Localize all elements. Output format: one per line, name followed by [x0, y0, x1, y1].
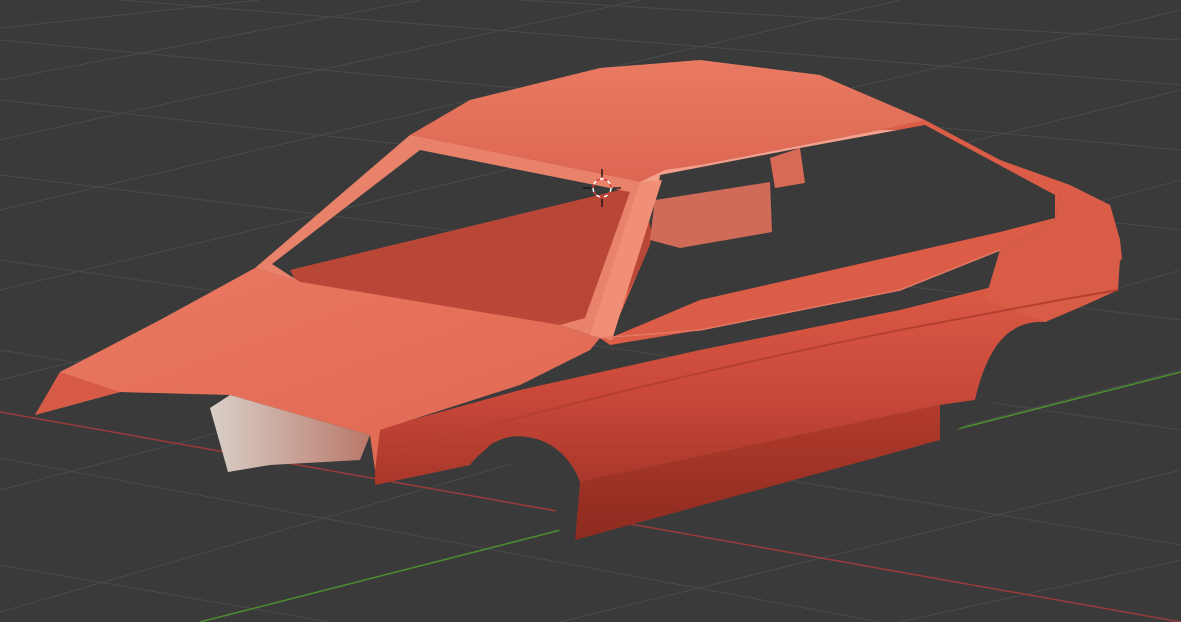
- 3d-viewport[interactable]: [0, 0, 1181, 622]
- viewport-canvas[interactable]: [0, 0, 1181, 622]
- car-body-model[interactable]: [35, 60, 1122, 540]
